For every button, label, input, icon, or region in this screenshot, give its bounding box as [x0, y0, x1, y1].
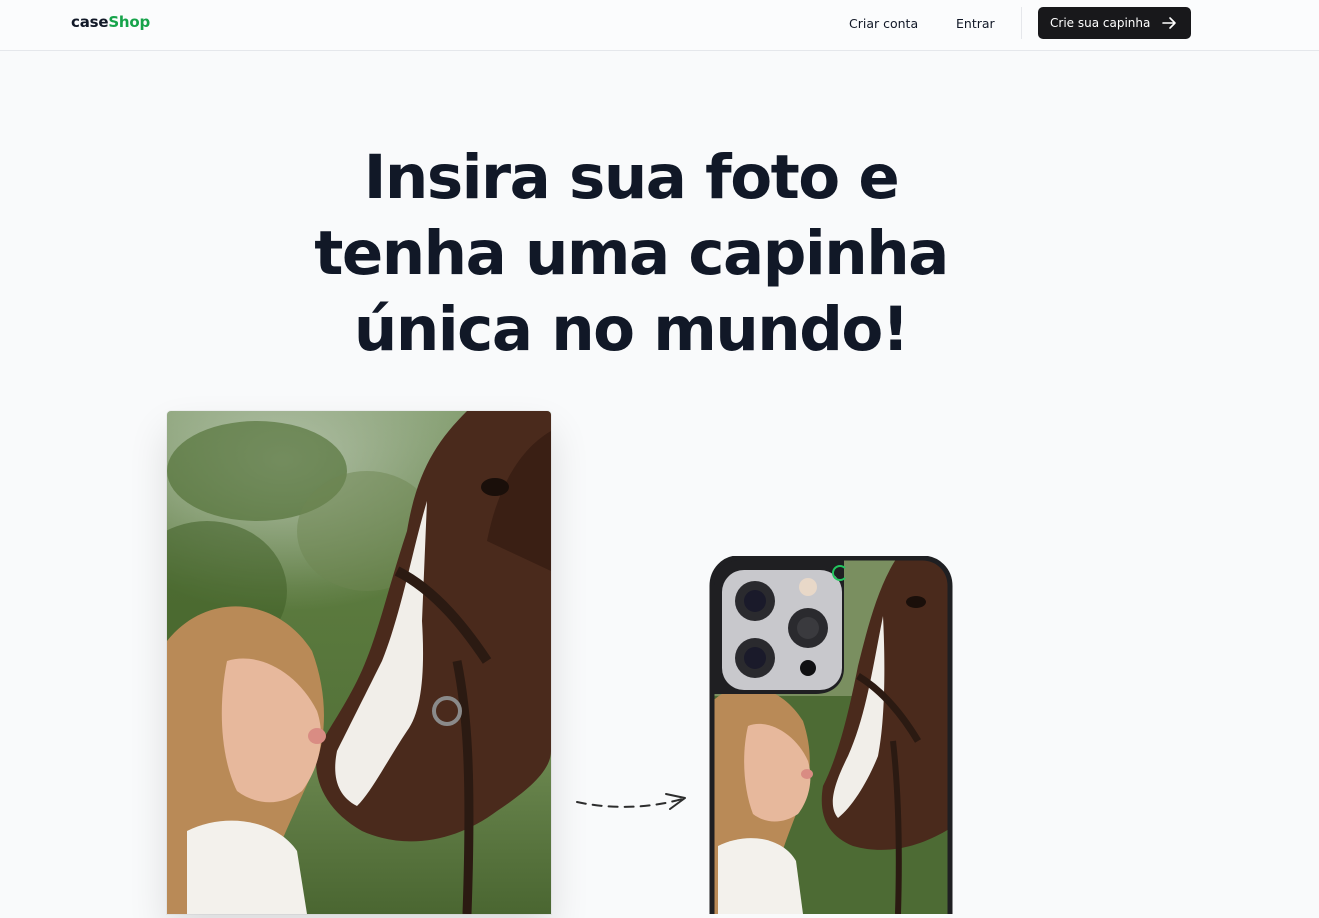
- signup-link[interactable]: Criar conta: [849, 16, 918, 31]
- headline-line-3: única no mundo!: [353, 294, 910, 365]
- uploaded-photo: [167, 411, 551, 914]
- hero-headline: Insira sua foto e tenha uma capinha únic…: [0, 140, 1262, 368]
- phone-case-preview: [708, 555, 954, 914]
- arrow-right-icon: [1162, 17, 1176, 29]
- dashed-arrow-icon: [576, 793, 686, 810]
- headline-line-1: Insira sua foto e: [363, 142, 900, 213]
- create-case-label: Crie sua capinha: [1050, 16, 1151, 30]
- logo[interactable]: caseShop: [71, 13, 150, 31]
- login-link[interactable]: Entrar: [956, 16, 995, 31]
- spinner-icon: [832, 565, 848, 581]
- navbar: caseShop Criar conta Entrar Crie sua cap…: [0, 0, 1319, 51]
- logo-shop: Shop: [108, 13, 151, 31]
- nav-divider: [1021, 7, 1022, 39]
- logo-case: case: [71, 13, 109, 31]
- headline-line-2: tenha uma capinha: [314, 218, 949, 289]
- create-case-button[interactable]: Crie sua capinha: [1038, 7, 1191, 39]
